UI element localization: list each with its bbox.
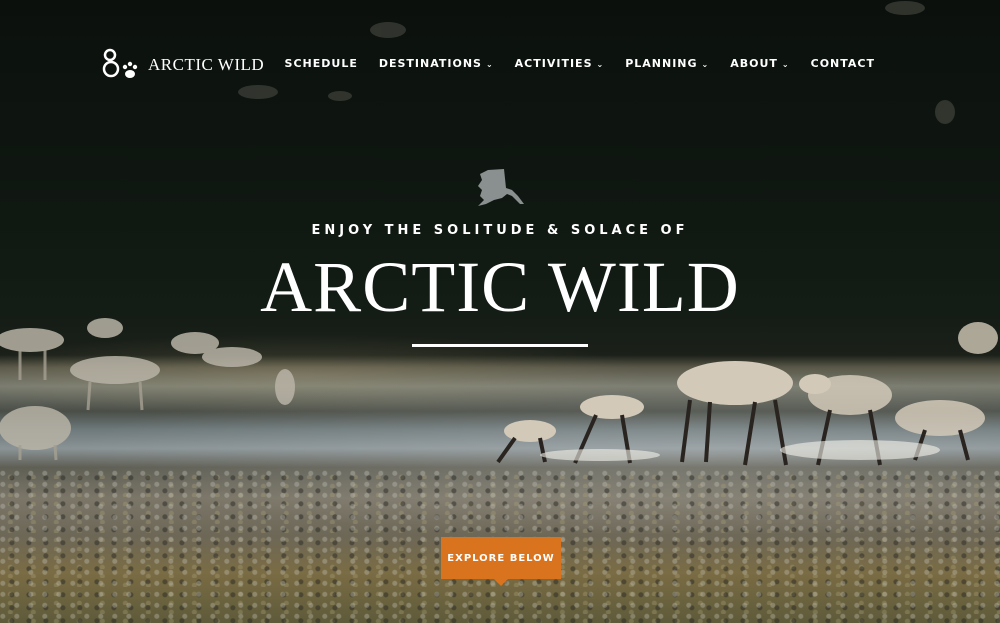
nav-item-schedule[interactable]: SCHEDULE <box>285 57 358 70</box>
nav-label: CONTACT <box>810 57 875 70</box>
nav-item-about[interactable]: ABOUT ⌄ <box>730 57 789 70</box>
hero-tagline: ENJOY THE SOLITUDE & SOLACE OF <box>311 223 689 238</box>
explore-below-button[interactable]: EXPLORE BELOW <box>441 537 561 579</box>
nav-item-activities[interactable]: ACTIVITIES ⌄ <box>515 57 605 70</box>
chevron-down-icon: ⌄ <box>596 60 605 69</box>
nav-label: ACTIVITIES <box>514 57 593 70</box>
main-navigation: SCHEDULE DESTINATIONS ⌄ ACTIVITIES ⌄ PLA… <box>264 57 875 70</box>
brand-logo-link[interactable]: ARCTIC WILD <box>101 47 264 83</box>
alaska-map-icon <box>478 169 524 206</box>
nav-item-contact[interactable]: CONTACT <box>811 57 875 70</box>
chevron-down-icon: ⌄ <box>781 60 790 69</box>
nav-label: ABOUT <box>730 57 778 70</box>
bear-paw-icon <box>102 48 138 78</box>
hero-headline: ARCTIC WILD <box>260 247 740 327</box>
headline-underline-divider <box>412 344 588 347</box>
nav-item-planning[interactable]: PLANNING ⌄ <box>625 57 709 70</box>
nav-item-destinations[interactable]: DESTINATIONS ⌄ <box>379 57 494 70</box>
brand-name: ARCTIC WILD <box>148 55 265 74</box>
chevron-down-icon: ⌄ <box>485 60 494 69</box>
nav-label: PLANNING <box>625 57 698 70</box>
chevron-down-icon: ⌄ <box>701 60 710 69</box>
nav-label: DESTINATIONS <box>378 57 482 70</box>
nav-label: SCHEDULE <box>284 57 358 70</box>
cta-pointer-arrow <box>494 579 508 586</box>
